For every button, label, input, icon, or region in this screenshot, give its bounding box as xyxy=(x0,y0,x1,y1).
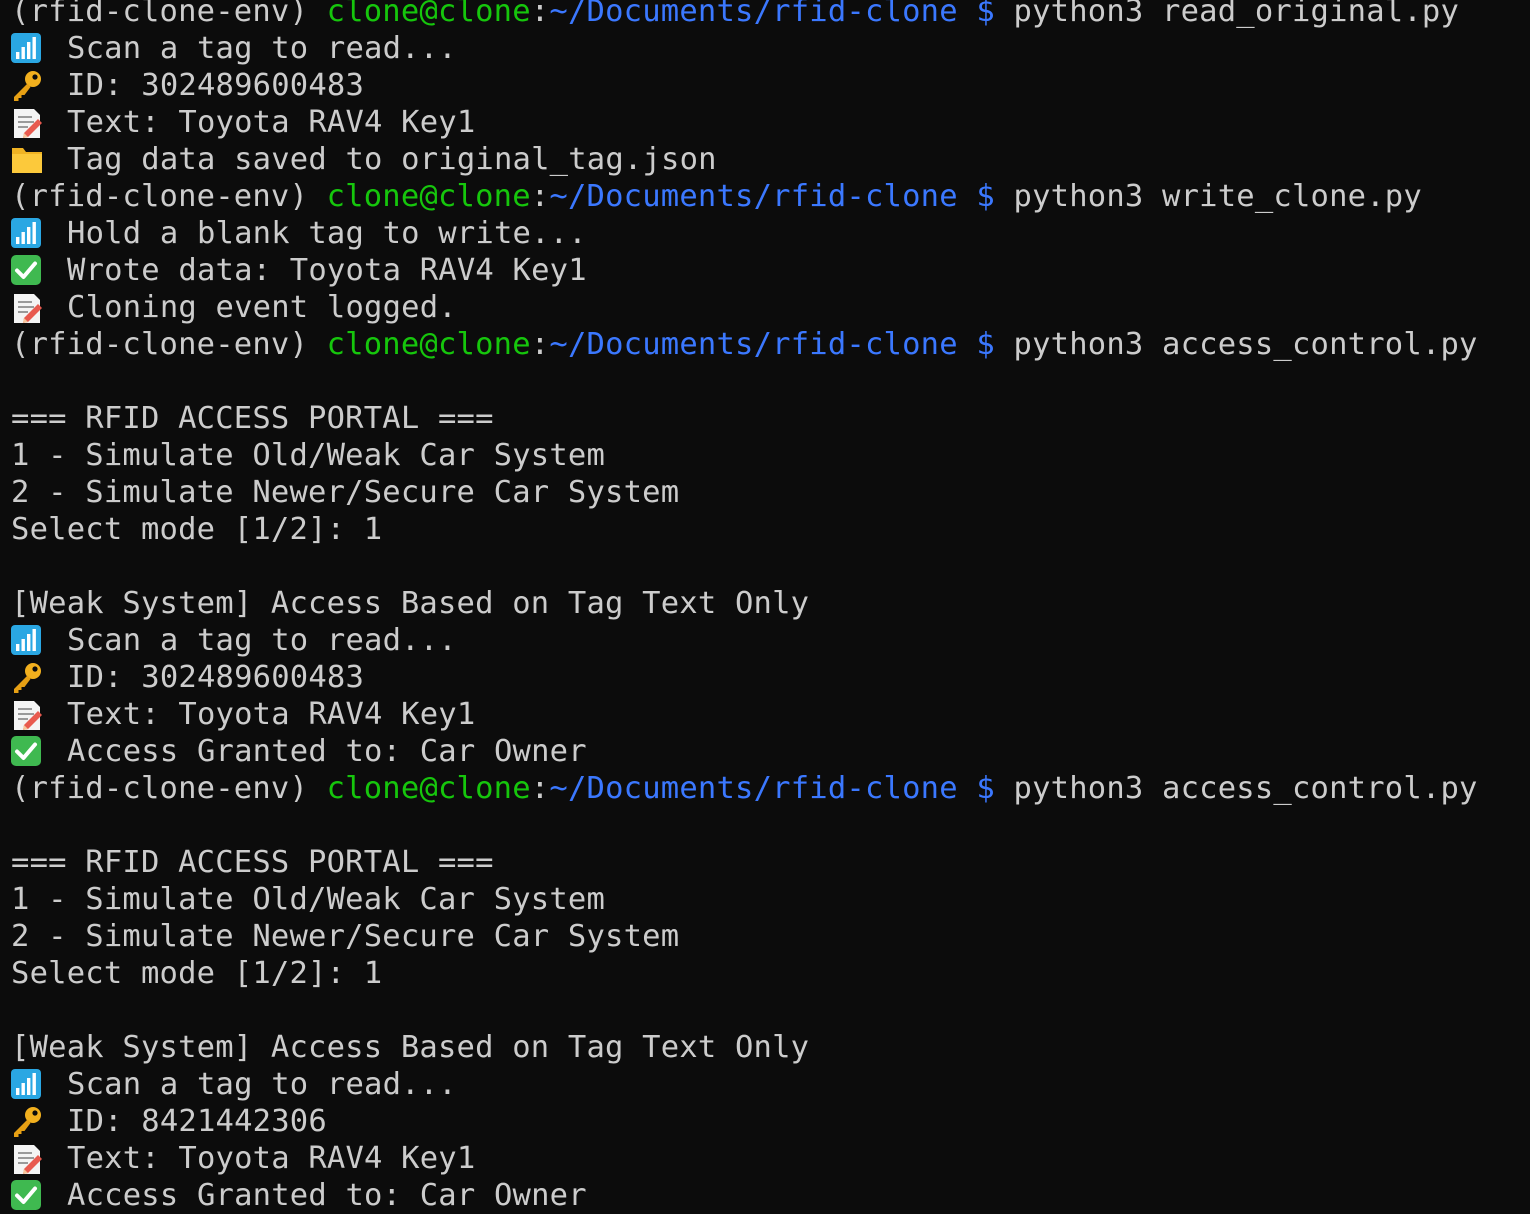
output-line: Select mode [1/2]: 1 xyxy=(11,955,1526,992)
output-line: ID: 302489600483 xyxy=(11,659,1526,696)
signal-bars-icon xyxy=(11,1069,45,1099)
prompt-colon: : xyxy=(530,327,550,362)
output-line: Text: Toyota RAV4 Key1 xyxy=(11,1140,1526,1177)
prompt-user-host: clone@clone xyxy=(326,327,531,362)
prompt-path: ~/Documents/rfid-clone xyxy=(549,0,958,29)
check-icon xyxy=(11,736,45,766)
output-line: Select mode [1/2]: 1 xyxy=(11,511,1526,548)
output-text: 1 - Simulate Old/Weak Car System xyxy=(11,882,606,917)
prompt-line: (rfid-clone-env) clone@clone:~/Documents… xyxy=(11,178,1526,215)
output-line: 2 - Simulate Newer/Secure Car System xyxy=(11,918,1526,955)
output-line: Scan a tag to read... xyxy=(11,622,1526,659)
output-text: 1 - Simulate Old/Weak Car System xyxy=(11,438,606,473)
output-text: ID: 302489600483 xyxy=(67,68,365,103)
output-text: ID: 8421442306 xyxy=(67,1104,327,1139)
output-text: 2 - Simulate Newer/Secure Car System xyxy=(11,919,680,954)
output-line: 1 - Simulate Old/Weak Car System xyxy=(11,881,1526,918)
output-line: 2 - Simulate Newer/Secure Car System xyxy=(11,474,1526,511)
command-text: python3 access_control.py xyxy=(1013,771,1478,806)
prompt-path: ~/Documents/rfid-clone xyxy=(549,771,958,806)
output-line: === RFID ACCESS PORTAL === xyxy=(11,844,1526,881)
prompt-symbol: $ xyxy=(976,179,995,214)
prompt-colon: : xyxy=(530,179,550,214)
prompt-colon: : xyxy=(530,771,550,806)
output-line: Cloning event logged. xyxy=(11,289,1526,326)
output-text: Hold a blank tag to write... xyxy=(67,216,587,251)
output-line: ID: 302489600483 xyxy=(11,67,1526,104)
output-line: Access Granted to: Car Owner xyxy=(11,1177,1526,1214)
memo-icon xyxy=(11,292,45,323)
signal-bars-icon xyxy=(11,33,45,63)
key-icon xyxy=(11,70,45,101)
output-text: Scan a tag to read... xyxy=(67,31,457,66)
command-text: python3 read_original.py xyxy=(1013,0,1460,29)
prompt-path: ~/Documents/rfid-clone xyxy=(549,179,958,214)
output-text: Select mode [1/2]: 1 xyxy=(11,512,383,547)
output-text: === RFID ACCESS PORTAL === xyxy=(11,401,494,436)
output-line: Scan a tag to read... xyxy=(11,1066,1526,1103)
output-text: Scan a tag to read... xyxy=(67,1067,457,1102)
output-text: Text: Toyota RAV4 Key1 xyxy=(67,1141,476,1176)
prompt-venv: (rfid-clone-env) xyxy=(11,179,309,214)
prompt-symbol: $ xyxy=(976,771,995,806)
key-icon xyxy=(11,1106,45,1137)
output-line: [Weak System] Access Based on Tag Text O… xyxy=(11,585,1526,622)
output-text: Scan a tag to read... xyxy=(67,623,457,658)
output-line: Hold a blank tag to write... xyxy=(11,215,1526,252)
command-text: python3 access_control.py xyxy=(1013,327,1478,362)
output-text: [Weak System] Access Based on Tag Text O… xyxy=(11,586,810,621)
output-text: 2 - Simulate Newer/Secure Car System xyxy=(11,475,680,510)
output-line: Scan a tag to read... xyxy=(11,30,1526,67)
output-line: Wrote data: Toyota RAV4 Key1 xyxy=(11,252,1526,289)
terminal-output[interactable]: (rfid-clone-env) clone@clone:~/Documents… xyxy=(11,0,1526,1214)
output-text: Text: Toyota RAV4 Key1 xyxy=(67,105,476,140)
output-line: Text: Toyota RAV4 Key1 xyxy=(11,104,1526,141)
output-text: === RFID ACCESS PORTAL === xyxy=(11,845,494,880)
prompt-line: (rfid-clone-env) clone@clone:~/Documents… xyxy=(11,0,1526,30)
output-text: Select mode [1/2]: 1 xyxy=(11,956,383,991)
command-text: python3 write_clone.py xyxy=(1013,179,1422,214)
prompt-venv: (rfid-clone-env) xyxy=(11,0,309,29)
prompt-venv: (rfid-clone-env) xyxy=(11,327,309,362)
memo-icon xyxy=(11,107,45,138)
memo-icon xyxy=(11,699,45,730)
output-line: Access Granted to: Car Owner xyxy=(11,733,1526,770)
check-icon xyxy=(11,255,45,285)
output-text: Wrote data: Toyota RAV4 Key1 xyxy=(67,253,587,288)
output-line: [Weak System] Access Based on Tag Text O… xyxy=(11,1029,1526,1066)
output-line: Tag data saved to original_tag.json xyxy=(11,141,1526,178)
output-text: Text: Toyota RAV4 Key1 xyxy=(67,697,476,732)
output-text: ID: 302489600483 xyxy=(67,660,365,695)
prompt-user-host: clone@clone xyxy=(326,0,531,29)
key-icon xyxy=(11,662,45,693)
output-text: Cloning event logged. xyxy=(67,290,457,325)
check-icon xyxy=(11,1180,45,1210)
output-text: Access Granted to: Car Owner xyxy=(67,734,587,769)
output-text: [Weak System] Access Based on Tag Text O… xyxy=(11,1030,810,1065)
prompt-symbol: $ xyxy=(976,327,995,362)
prompt-path: ~/Documents/rfid-clone xyxy=(549,327,958,362)
signal-bars-icon xyxy=(11,218,45,248)
output-line: 1 - Simulate Old/Weak Car System xyxy=(11,437,1526,474)
prompt-venv: (rfid-clone-env) xyxy=(11,771,309,806)
prompt-line: (rfid-clone-env) clone@clone:~/Documents… xyxy=(11,770,1526,807)
prompt-symbol: $ xyxy=(976,0,995,29)
prompt-colon: : xyxy=(530,0,550,29)
output-line: === RFID ACCESS PORTAL === xyxy=(11,400,1526,437)
prompt-user-host: clone@clone xyxy=(326,771,531,806)
memo-icon xyxy=(11,1143,45,1174)
prompt-line: (rfid-clone-env) clone@clone:~/Documents… xyxy=(11,326,1526,363)
output-text: Tag data saved to original_tag.json xyxy=(67,142,717,177)
folder-icon xyxy=(11,144,45,174)
prompt-user-host: clone@clone xyxy=(326,179,531,214)
output-line: ID: 8421442306 xyxy=(11,1103,1526,1140)
output-line: Text: Toyota RAV4 Key1 xyxy=(11,696,1526,733)
signal-bars-icon xyxy=(11,625,45,655)
